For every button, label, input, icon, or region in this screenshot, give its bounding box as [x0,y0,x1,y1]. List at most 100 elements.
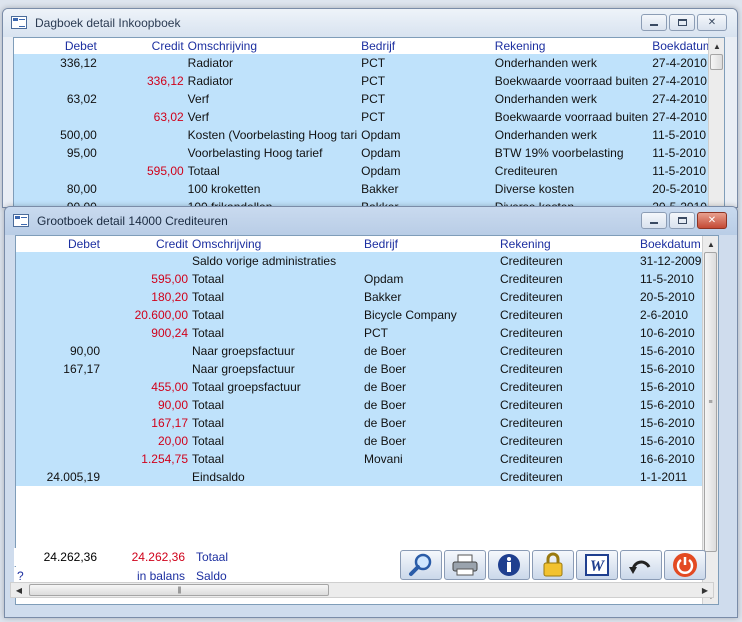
close-button[interactable]: ✕ [697,212,727,229]
cell-oms: Totaal [190,306,362,324]
column-header[interactable]: Credit [102,236,190,252]
cell-datum: 31-12-2009 [638,252,704,270]
table-row[interactable]: Saldo vorige administraties Crediteuren 31… [16,252,704,270]
column-header[interactable]: Omschrijving [185,38,360,54]
scroll-left-arrow-icon[interactable]: ◀ [11,583,27,597]
scroll-up-arrow-icon[interactable]: ▲ [709,38,724,54]
journal-grid[interactable]: Debet Credit Omschrijving Bedrijf Rekening Bo… [13,37,725,207]
table-row[interactable]: 1.254,75 Totaal Movani Crediteuren 16-6-2010 [16,450,704,468]
cell-bedrijf: PCT [359,108,493,126]
scroll-right-arrow-icon[interactable]: ▶ [697,583,713,597]
cell-datum: 10-6-2010 [638,324,704,342]
cell-datum: 2-6-2010 [638,306,704,324]
total-debet-field: 24.262,36 [14,548,100,566]
cell-credit: 167,17 [102,414,190,432]
close-button[interactable]: ✕ [697,14,727,31]
column-header[interactable]: Bedrijf [359,38,493,54]
title-bar[interactable]: Dagboek detail Inkoopboek ✕ [3,9,737,37]
cell-bedrijf: de Boer [362,432,498,450]
scroll-up-arrow-icon[interactable]: ▲ [703,236,718,252]
cell-rekening: Crediteuren [498,378,638,396]
column-header[interactable]: Bedrijf [362,236,498,252]
table-row[interactable]: 63,02 Verf PCT Boekwaarde voorraad buiten 27… [14,108,724,126]
lock-button[interactable] [532,550,574,580]
cell-credit [102,342,190,360]
cell-bedrijf [362,252,498,270]
cell-datum: 15-6-2010 [638,378,704,396]
column-header[interactable]: Credit [98,38,186,54]
cell-debet: 500,00 [14,126,99,144]
table-row[interactable]: 595,00 Totaal Opdam Crediteuren 11-5-2010 [16,270,704,288]
table-row[interactable]: 180,20 Totaal Bakker Crediteuren 20-5-2010 [16,288,704,306]
cell-bedrijf: Bakker [359,180,493,198]
cell-credit [102,360,190,378]
maximize-button[interactable] [669,14,695,31]
column-header[interactable]: Omschrijving [190,236,362,252]
table-row[interactable]: 63,02 Verf PCT Onderhanden werk 27-4-2010 [14,90,724,108]
info-button[interactable] [488,550,530,580]
table-row[interactable]: 455,00 Totaal groepsfactuur de Boer Credite… [16,378,704,396]
cell-oms: Totaal [190,432,362,450]
scroll-thumb[interactable]: ≡ [704,252,717,552]
cell-credit [98,126,186,144]
table-row[interactable]: 167,17 Naar groepsfactuur de Boer Crediteur… [16,360,704,378]
cell-credit [102,252,190,270]
title-bar[interactable]: Grootboek detail 14000 Crediteuren ✕ [5,207,737,235]
cell-credit: 63,02 [98,108,186,126]
maximize-button[interactable] [669,212,695,229]
cell-bedrijf: PCT [359,90,493,108]
cell-debet [16,414,102,432]
column-header[interactable]: Debet [14,38,99,54]
horizontal-scroll-thumb[interactable]: ||| [29,584,329,596]
scroll-thumb[interactable] [710,54,723,70]
vertical-scrollbar[interactable]: ▲ ≡ ▼ [702,236,718,604]
minimize-button[interactable] [641,212,667,229]
table-row[interactable]: 336,12 Radiator PCT Boekwaarde voorraad bui… [14,72,724,90]
table-row[interactable]: 90,00 Naar groepsfactuur de Boer Crediteure… [16,342,704,360]
column-header[interactable]: Debet [16,236,102,252]
table-row[interactable]: 95,00 Voorbelasting Hoog tarief Opdam BTW 1… [14,144,724,162]
undo-icon [629,560,651,574]
horizontal-scrollbar[interactable]: ◀ ||| ▶ [10,582,714,598]
cell-bedrijf: de Boer [362,342,498,360]
minimize-icon [650,222,658,224]
table-row[interactable]: 80,00 100 kroketten Bakker Diverse kosten 20… [14,180,724,198]
cell-rekening: Crediteuren [498,360,638,378]
close-icon: ✕ [707,17,717,28]
table-row[interactable]: 24.005,19 Eindsaldo Crediteuren 1-1-2011 [16,468,704,486]
cell-credit: 595,00 [98,162,186,180]
column-header[interactable]: Rekening [492,38,651,54]
window-title: Grootboek detail 14000 Crediteuren [37,214,228,228]
minimize-button[interactable] [641,14,667,31]
cell-debet: 167,17 [16,360,102,378]
vertical-scrollbar[interactable]: ▲ [708,38,724,206]
cell-credit [102,468,190,486]
table-row[interactable]: 90,00 Totaal de Boer Crediteuren 15-6-2010 [16,396,704,414]
cell-oms: Verf [185,90,360,108]
cell-credit: 455,00 [102,378,190,396]
undo-button[interactable] [620,550,662,580]
cell-debet [16,306,102,324]
table-row[interactable]: 500,00 Kosten (Voorbelasting Hoog tari Opd… [14,126,724,144]
cell-bedrijf: Opdam [359,162,493,180]
cell-rekening: BTW 19% voorbelasting [492,144,651,162]
table-row[interactable]: 20.600,00 Totaal Bicycle Company Crediteure… [16,306,704,324]
cell-debet [16,432,102,450]
table-row[interactable]: 20,00 Totaal de Boer Crediteuren 15-6-2010 [16,432,704,450]
cell-rekening: Crediteuren [498,252,638,270]
table-row[interactable]: 336,12 Radiator PCT Onderhanden werk 27-4-20… [14,54,724,72]
table-row[interactable]: 900,24 Totaal PCT Crediteuren 10-6-2010 [16,324,704,342]
search-button[interactable] [400,550,442,580]
cell-credit [98,180,186,198]
close-window-button[interactable] [664,550,706,580]
print-button[interactable] [444,550,486,580]
table-row[interactable]: 167,17 Totaal de Boer Crediteuren 15-6-2010 [16,414,704,432]
column-header[interactable]: Rekening [498,236,638,252]
cell-bedrijf: de Boer [362,360,498,378]
export-word-button[interactable]: W [576,550,618,580]
total-credit-field: 24.262,36 [102,548,188,566]
journal-window[interactable]: Dagboek detail Inkoopboek ✕ Debet Credit O… [2,8,738,208]
table-row[interactable]: 595,00 Totaal Opdam Crediteuren 11-5-2010 [14,162,724,180]
column-header[interactable]: Boekdatum [638,236,704,252]
cell-oms: Verf [185,108,360,126]
